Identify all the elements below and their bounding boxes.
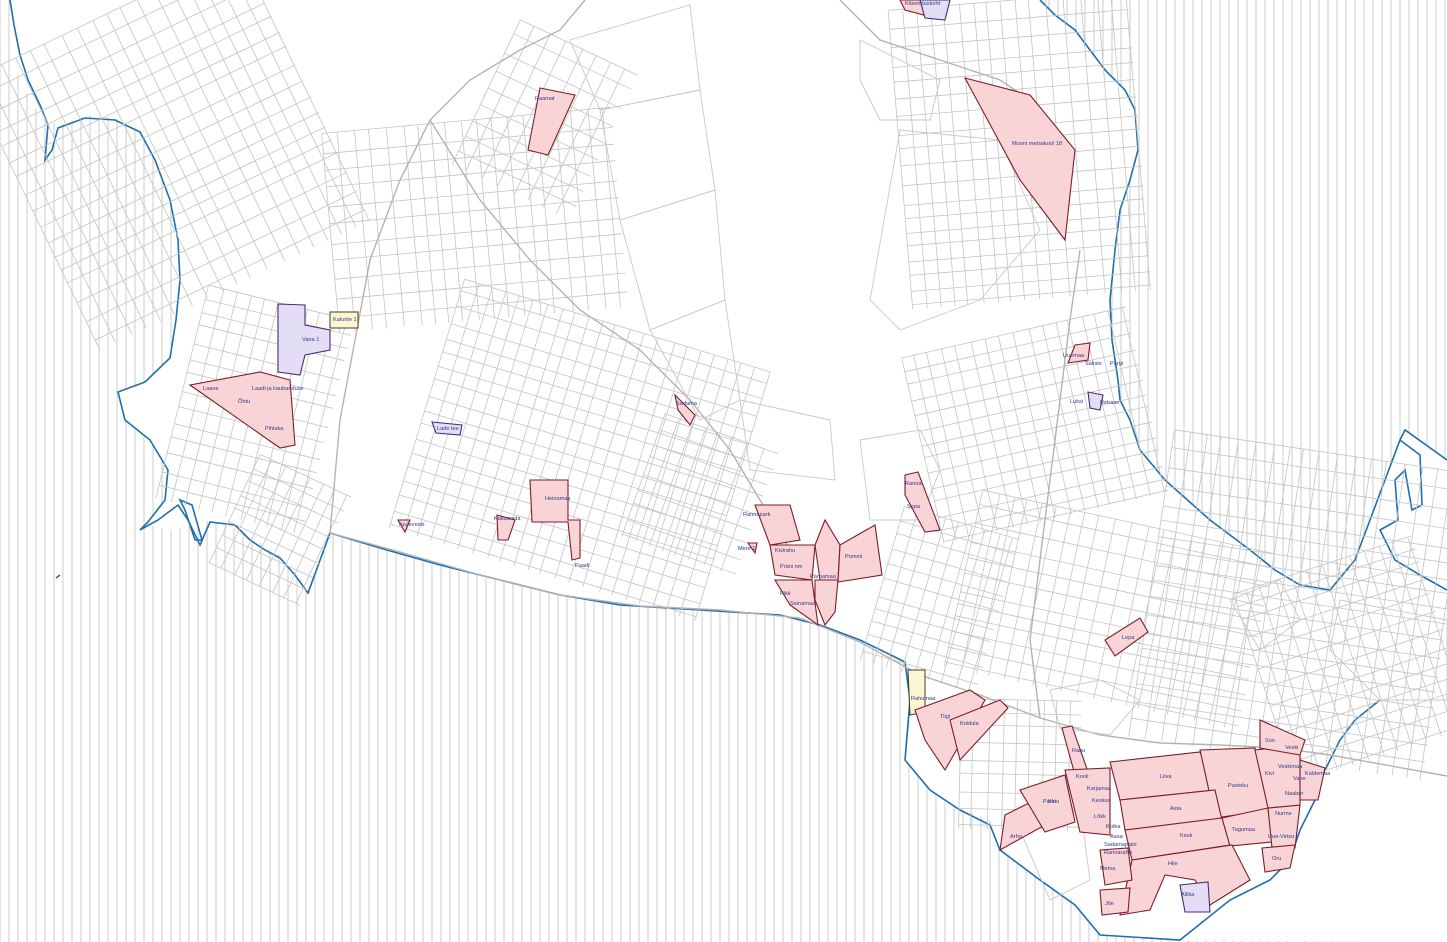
label-lade-tee: Lade tee <box>437 426 459 432</box>
map-canvas[interactable]: Kitsenduskoht Raamat Mooni metsakool 18 … <box>0 0 1447 942</box>
label-rahumaa: Rahumaa <box>911 696 936 702</box>
label-mooni-metsakool: Mooni metsakool 18 <box>1012 141 1062 147</box>
parcel-heinamaa <box>529 479 581 561</box>
sea-area-northeast <box>1040 0 1446 590</box>
label-pihlaka: Pihlaka <box>265 426 284 432</box>
label-mere-1: Mere 1 <box>738 546 755 552</box>
label-hiie: Hiie <box>1168 861 1178 867</box>
label-sepa: Sepa <box>907 504 921 510</box>
label-tiigi: Tiigi <box>940 714 950 720</box>
field-parcel <box>599 89 716 221</box>
map-view[interactable]: Kitsenduskoht Raamat Mooni metsakool 18 … <box>0 0 1447 942</box>
label-liiva: Liiva <box>1160 774 1172 780</box>
label-ohtu: Õhtu <box>238 398 250 405</box>
label-parnamaa: Pärnamaa <box>810 574 837 580</box>
label-koidula: Koidula <box>960 721 980 727</box>
parcel-parnamaa <box>814 518 841 581</box>
label-kesk: Kesk <box>1180 833 1193 839</box>
field-parcel <box>739 399 836 481</box>
label-rebase: Rebase <box>1100 400 1119 406</box>
label-oru: Oru <box>1272 856 1281 862</box>
label-allika: Allika <box>1181 892 1195 898</box>
label-pargi: Pargi <box>1110 361 1123 367</box>
label-pikk: Pikk <box>780 591 791 597</box>
label-raamat: Raamat <box>535 96 555 102</box>
label-seinamaa: Seinamaa <box>790 601 816 607</box>
label-soo: Soo <box>1265 738 1275 744</box>
label-lepa: Lepa <box>1122 635 1135 641</box>
label-kalurite-1: Kalurite 1 <box>333 317 357 323</box>
harbour-pier-west <box>178 498 204 541</box>
street-network <box>0 0 1447 832</box>
label-metsa: Metsa <box>1100 866 1116 872</box>
label-uuemaa: Uuemaa <box>1063 353 1085 359</box>
label-aasa: Aasa <box>1110 834 1124 840</box>
parcel-seinamaa <box>814 579 839 627</box>
label-kitsenduskoht: Kitsenduskoht <box>905 1 941 7</box>
label-kirsi: Kirsi <box>1048 799 1059 805</box>
label-joe: Jõe <box>1105 901 1114 907</box>
label-keskus: Keskus <box>1092 798 1111 804</box>
islet-west <box>55 574 61 579</box>
label-kivi: Kivi <box>1265 771 1274 777</box>
label-rahu: Rahu <box>1072 748 1085 754</box>
label-kooli: Kooli <box>1076 774 1088 780</box>
label-pasteku: Pasteku <box>1228 783 1248 789</box>
label-tagumaa: Tagumaa <box>1232 827 1256 833</box>
label-vana-1: Vana 1 <box>302 337 319 343</box>
label-arho: Arho <box>1010 834 1022 840</box>
label-lokk: Lõkk <box>1094 814 1106 820</box>
label-veski: Veski <box>1285 745 1298 751</box>
label-sadama: Sadama <box>676 401 698 407</box>
label-laane: Laane <box>203 386 219 392</box>
label-sadamaplats: Sadamaplats <box>1104 842 1137 848</box>
label-laadi: Laadi ja kaubanduse <box>252 386 304 392</box>
field-parcel <box>619 189 726 331</box>
label-kivirahu: Kivirahu <box>775 548 795 554</box>
label-paadi: Paadi <box>575 563 589 569</box>
field-parcel <box>859 39 941 121</box>
label-uue-virtsu: Uue-Virtsu <box>1268 834 1294 840</box>
label-ranna: Ranna <box>905 481 922 487</box>
label-saliste: Saliste <box>1085 361 1102 367</box>
label-rannapark: Rannapark <box>743 512 771 518</box>
label-naaber: Naaber <box>1285 791 1303 797</box>
label-kotka: Kotka <box>1106 824 1121 830</box>
parcel-laadi-ja-kaubanduse <box>188 371 296 449</box>
label-kaldemaa: Kaldemaa <box>1305 771 1331 777</box>
coastline-east <box>1039 0 1447 591</box>
label-nurme: Nurme <box>1275 811 1292 817</box>
label-veskimaa: Veskimaa <box>1278 764 1303 770</box>
label-prani: Präni nm <box>780 564 803 570</box>
label-tuuleveski: Tuuleveski <box>398 522 425 528</box>
label-pommi: Pommi <box>845 554 862 560</box>
label-kallasrada: Kallasrada <box>494 516 521 522</box>
label-asta: Asta <box>1170 806 1182 812</box>
label-rannarahu: Rannarahu <box>1104 850 1132 856</box>
label-vahe: Vahe <box>1293 776 1306 782</box>
label-heinamaa: Heinamaa <box>545 496 571 502</box>
parcel-rannapark <box>754 504 801 546</box>
label-luksi: Luksi <box>1070 399 1083 405</box>
label-karjamaa: Karjamaa <box>1087 786 1112 792</box>
